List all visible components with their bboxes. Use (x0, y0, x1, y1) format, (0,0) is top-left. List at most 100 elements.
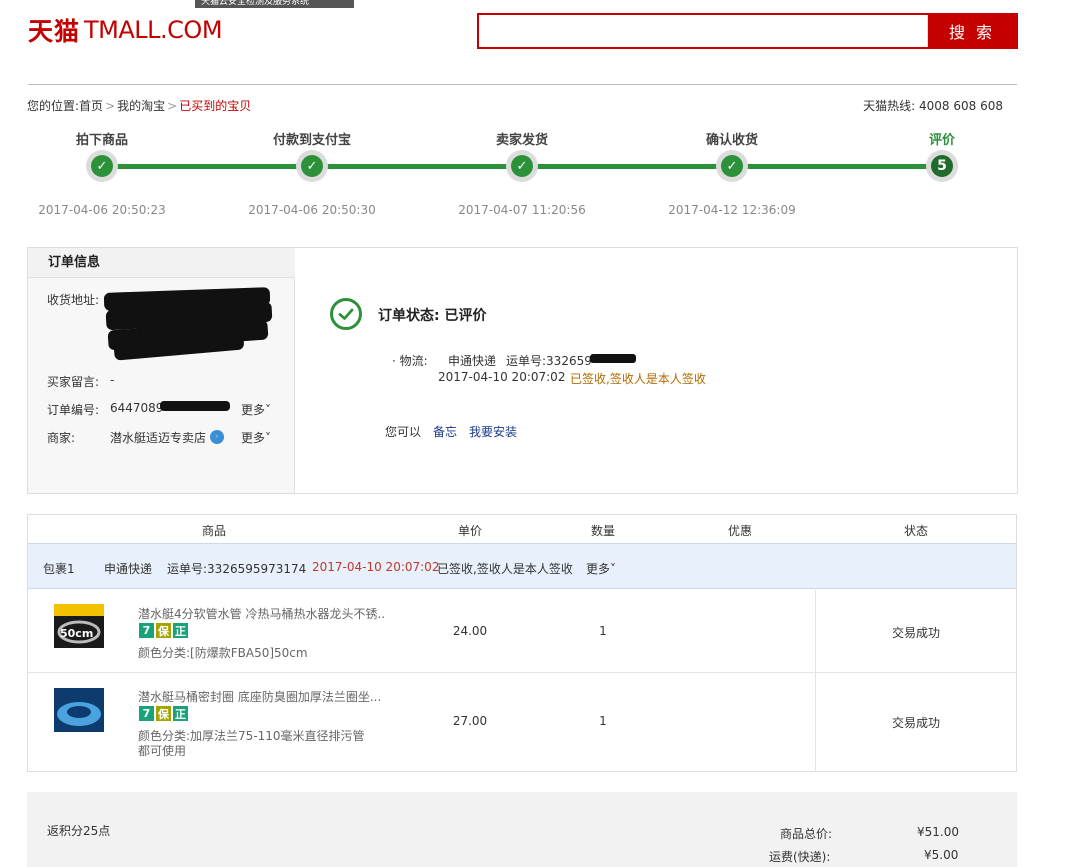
package-tracking: 运单号:3326595973174 (167, 562, 307, 576)
sku-label: 颜色分类: (138, 646, 191, 660)
item-status: 交易成功 (891, 626, 941, 640)
check-icon: ✓ (721, 155, 743, 177)
header-divider (28, 84, 1017, 85)
order-info-title: 订单信息 (28, 248, 295, 278)
step-time-3: 2017-04-07 11:20:56 (458, 203, 586, 217)
item-qty: 1 (599, 624, 607, 638)
step-number-5: 5 (931, 155, 953, 177)
sku-label: 颜色分类: (138, 729, 191, 743)
th-price: 单价 (457, 524, 483, 538)
genuine-icon[interactable]: 正 (173, 706, 188, 721)
package-name: 包裹1 (43, 562, 75, 576)
package-time: 2017-04-10 20:07:02 (312, 560, 440, 574)
install-link[interactable]: 我要安装 (469, 423, 517, 440)
logistics-tracking: 运单号:332659 (506, 354, 592, 368)
step-dot-4: ✓ (716, 150, 748, 182)
breadcrumb-current: 已买到的宝贝 (179, 99, 252, 113)
total-value: ¥51.00 (917, 825, 959, 839)
product-name-link[interactable]: 潜水艇4分软管水管 冷热马桶热水器龙头不锈.. (138, 605, 385, 622)
search-bar: 搜 索 (477, 13, 1018, 49)
package-carrier: 申通快递 (104, 562, 153, 576)
sku-value: 加厚法兰75-110毫米直径排污管 (190, 729, 365, 743)
step-label-1: 拍下商品 (75, 133, 129, 148)
logistics-label: · 物流: (392, 354, 428, 368)
order-more-link[interactable]: 更多˅ (241, 401, 271, 418)
logistics-sign-status: 已签收,签收人是本人签收 (570, 372, 706, 386)
memo-link[interactable]: 备忘 (433, 423, 457, 440)
address-label: 收货地址: (47, 293, 100, 307)
th-status: 状态 (903, 524, 929, 538)
item-price: 27.00 (452, 714, 488, 728)
sku-value: [防爆款FBA50]50cm (190, 646, 308, 660)
step-dot-1: ✓ (86, 150, 118, 182)
breadcrumb-prefix: 您的位置: (27, 99, 80, 113)
step-label-5: 评价 (928, 133, 956, 148)
seller-more-link[interactable]: 更多˅ (241, 429, 271, 446)
sku-info: 颜色分类:[防爆款FBA50]50cm (138, 644, 308, 661)
service-badges: 7 保 正 (139, 706, 188, 721)
step-label-2: 付款到支付宝 (272, 133, 352, 148)
product-name-link[interactable]: 潜水艇马桶密封圈 底座防臭圈加厚法兰圈坐... (138, 688, 381, 705)
step-dot-3: ✓ (506, 150, 538, 182)
logo-en-text: TMALL.COM (84, 16, 223, 44)
breadcrumb-my-taobao[interactable]: 我的淘宝 (117, 97, 165, 114)
order-info-left (28, 248, 295, 493)
th-discount: 优惠 (727, 524, 753, 538)
tmall-logo[interactable]: 天猫 TMALL.COM (28, 14, 223, 46)
step-time-4: 2017-04-12 12:36:09 (668, 203, 796, 217)
package-sign-status: 已签收,签收人是本人签收 (437, 562, 573, 576)
step-label-4: 确认收货 (705, 133, 759, 148)
step-time-1: 2017-04-06 20:50:23 (38, 203, 166, 217)
breadcrumb-separator: > (167, 98, 178, 113)
you-can-label: 您可以 (385, 425, 422, 439)
package-more-link[interactable]: 更多˅ (586, 560, 616, 577)
order-status-title: 订单状态: 已评价 (378, 308, 487, 324)
message-value: - (110, 373, 115, 387)
order-no-label: 订单编号: (47, 403, 100, 417)
check-icon: ✓ (91, 155, 113, 177)
redaction-scribble (160, 401, 230, 411)
shipping-label: 运费(快递): (769, 850, 831, 864)
points-text: 返积分25点 (47, 824, 111, 838)
th-product: 商品 (201, 524, 227, 538)
shipping-value: ¥5.00 (924, 848, 959, 862)
logo-cn-text: 天猫 (28, 17, 81, 46)
search-button[interactable]: 搜 索 (928, 15, 1016, 47)
breadcrumb-home[interactable]: 首页 (79, 97, 103, 114)
item-price: 24.00 (452, 624, 488, 638)
guarantee-icon[interactable]: 保 (156, 623, 171, 638)
order-summary (27, 792, 1017, 867)
check-icon: ✓ (511, 155, 533, 177)
row-divider (28, 672, 1016, 673)
status-check-icon (330, 298, 362, 330)
seven-day-return-icon[interactable]: 7 (139, 623, 154, 638)
step-label-3: 卖家发货 (495, 133, 549, 148)
item-status: 交易成功 (891, 716, 941, 730)
search-input[interactable] (479, 15, 928, 47)
step-dot-5: 5 (926, 150, 958, 182)
message-label: 买家留言: (47, 375, 100, 389)
sku-value-continued: 都可使用 (138, 744, 187, 758)
check-icon: ✓ (301, 155, 323, 177)
hotline: 天猫热线: 4008 608 608 (863, 99, 1003, 113)
breadcrumb-separator: > (105, 98, 116, 113)
order-no-value: 6447089 (110, 401, 164, 415)
step-time-2: 2017-04-06 20:50:30 (248, 203, 376, 217)
product-thumbnail[interactable]: 50cm (54, 604, 104, 656)
logistics-carrier: 申通快递 (448, 354, 497, 368)
th-qty: 数量 (590, 524, 616, 538)
step-dot-2: ✓ (296, 150, 328, 182)
genuine-icon[interactable]: 正 (173, 623, 188, 638)
total-label: 商品总价: (780, 827, 833, 841)
item-qty: 1 (599, 714, 607, 728)
redaction-scribble (590, 354, 636, 363)
guarantee-icon[interactable]: 保 (156, 706, 171, 721)
service-badges: 7 保 正 (139, 623, 188, 638)
seven-day-return-icon[interactable]: 7 (139, 706, 154, 721)
thumb-label: 50cm (60, 627, 93, 640)
product-thumbnail[interactable] (54, 688, 104, 740)
wangwang-chat-icon[interactable]: ◦ (210, 430, 224, 444)
seller-name-link[interactable]: 潜水艇适迈专卖店 (110, 429, 206, 446)
top-tooltip: 天猫云安全检测及服务系统 (195, 0, 354, 8)
breadcrumb: 您的位置: 首页 > 我的淘宝 > 已买到的宝贝 (27, 97, 251, 114)
